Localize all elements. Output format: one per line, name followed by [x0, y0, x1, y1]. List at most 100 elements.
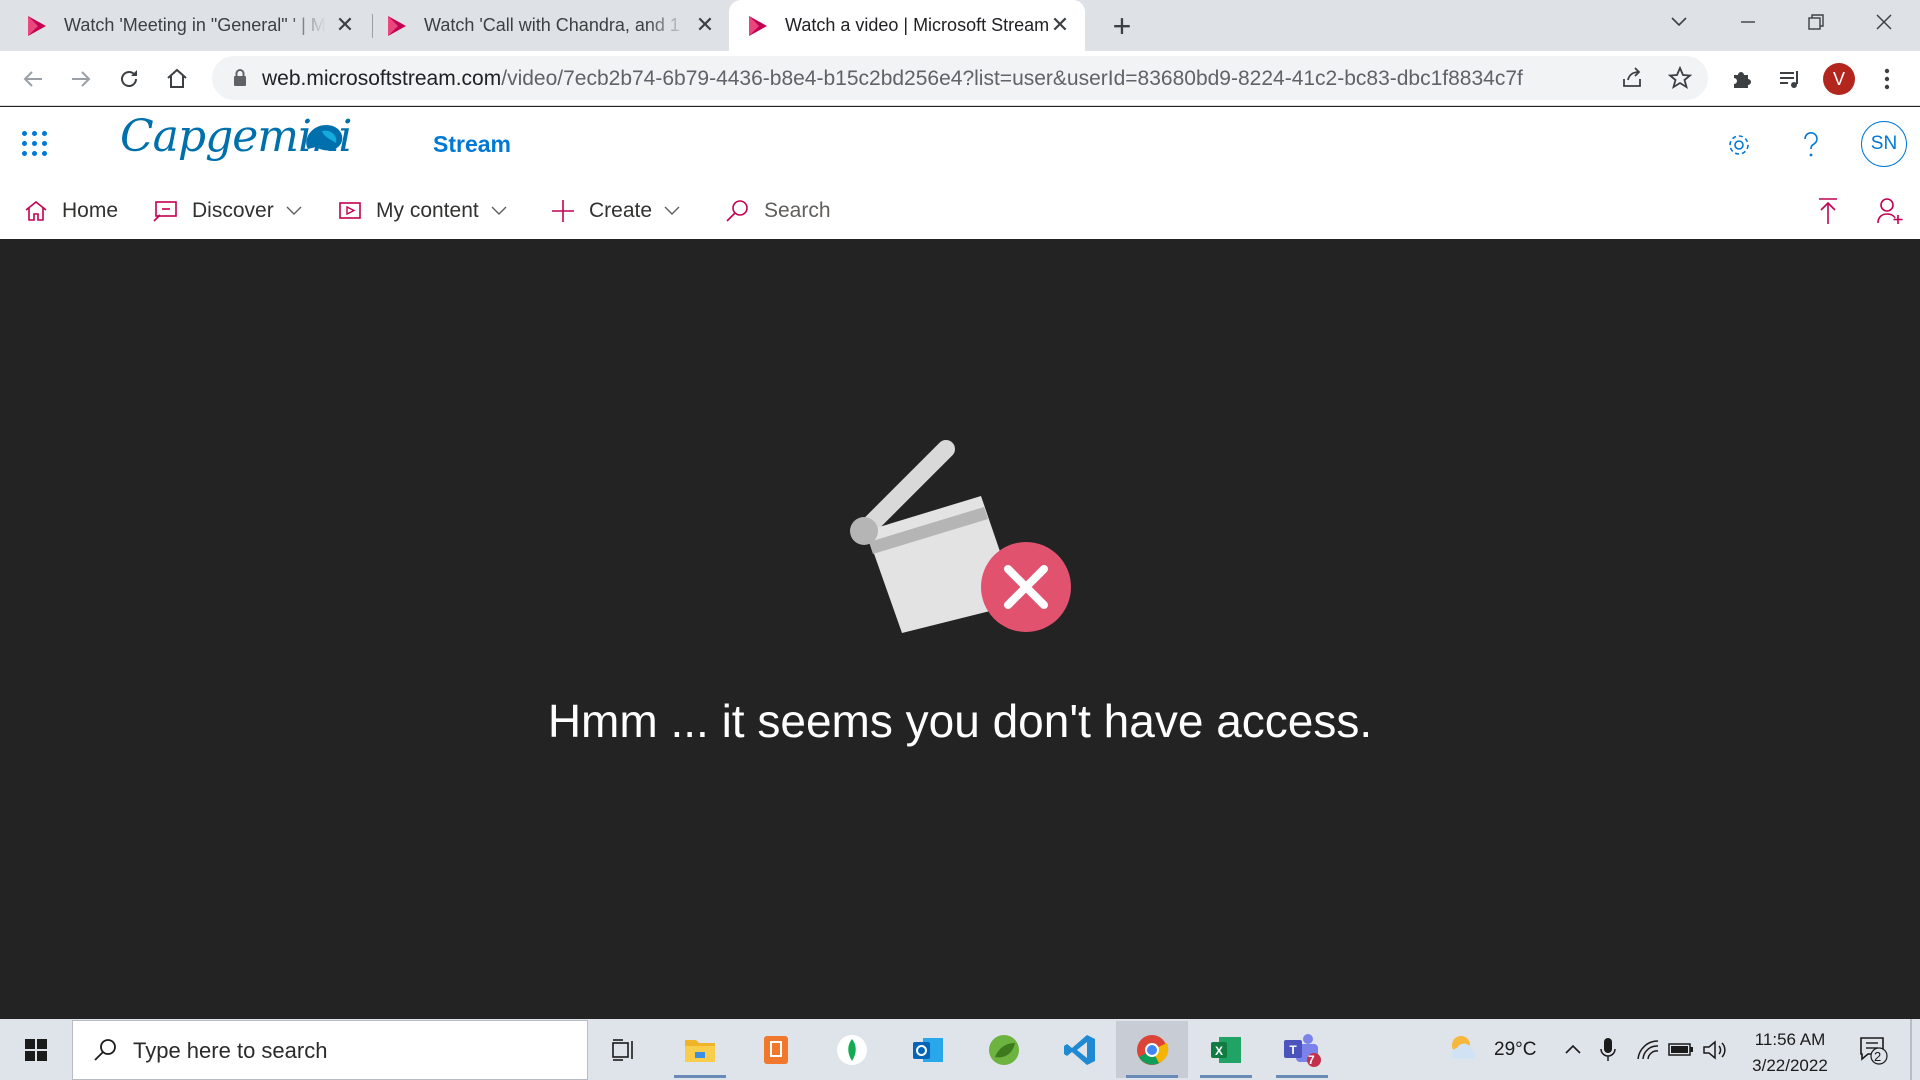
vscode-icon — [1064, 1034, 1095, 1065]
system-clock[interactable]: 11:56 AM 3/22/2022 — [1740, 1027, 1840, 1079]
teams-badge: 7 — [1308, 1053, 1315, 1067]
outlook-icon — [913, 1037, 943, 1062]
task-view-icon — [612, 1038, 633, 1061]
tab-separator — [372, 14, 373, 38]
discover-icon — [153, 201, 177, 222]
microphone-icon[interactable] — [1600, 1037, 1616, 1063]
nav-my-content[interactable]: My content — [338, 193, 507, 229]
add-user-icon — [1877, 198, 1903, 224]
question-mark-icon — [1804, 132, 1818, 157]
office-icon — [764, 1035, 788, 1064]
excel-icon: X — [1211, 1036, 1241, 1063]
taskbar-search-box[interactable]: Type here to search — [72, 1020, 588, 1080]
media-control-button[interactable] — [1775, 64, 1805, 94]
show-desktop-button[interactable] — [1910, 1019, 1912, 1080]
volume-icon[interactable] — [1702, 1039, 1728, 1061]
capgemini-spade-icon — [306, 125, 343, 151]
home-button[interactable] — [162, 64, 192, 94]
chevron-down-icon — [286, 206, 302, 215]
chevron-down-icon — [664, 206, 680, 215]
nav-create[interactable]: Create — [551, 193, 680, 229]
spring-leaf-icon — [989, 1034, 1019, 1065]
share-icon[interactable] — [1620, 66, 1644, 90]
tab-title: Watch 'Meeting in "General" ' | Microsof… — [64, 15, 326, 35]
search-icon — [94, 1039, 116, 1061]
windows-taskbar: Type here to search X T 7 29°C 11:56 AM … — [0, 1019, 1920, 1080]
browser-tab-strip: Watch 'Meeting in "General" ' | Microsof… — [0, 0, 1920, 51]
upload-icon — [1819, 198, 1837, 224]
stream-favicon-icon — [28, 15, 46, 36]
start-button[interactable] — [14, 1031, 58, 1069]
minimize-icon — [1741, 21, 1755, 23]
teams-app[interactable]: T 7 — [1266, 1021, 1338, 1078]
help-button[interactable] — [1793, 127, 1829, 163]
browser-menu-button[interactable] — [1872, 64, 1902, 94]
file-explorer-app[interactable] — [664, 1021, 736, 1078]
chrome-app[interactable] — [1116, 1021, 1188, 1078]
plus-icon — [552, 200, 574, 222]
access-denied-message: Hmm ... it seems you don't have access. — [547, 695, 1373, 747]
mongodb-compass-app[interactable] — [816, 1021, 888, 1078]
task-view-button[interactable] — [588, 1021, 660, 1078]
nav-search[interactable]: Search — [724, 193, 831, 229]
home-icon — [25, 200, 47, 221]
home-icon — [167, 68, 187, 88]
taskbar-search-placeholder: Type here to search — [133, 1038, 328, 1063]
app-running-indicator — [1276, 1075, 1328, 1078]
spring-tool-suite-app[interactable] — [968, 1021, 1040, 1078]
nav-discover[interactable]: Discover — [152, 193, 302, 229]
close-window-button[interactable] — [1850, 0, 1918, 44]
app-name[interactable]: Stream — [433, 131, 511, 158]
browser-tab-2[interactable]: Watch 'Call with Chandra, and 1 other' |… — [384, 0, 730, 51]
close-tab-icon[interactable]: ✕ — [334, 12, 356, 37]
office-app[interactable] — [740, 1021, 812, 1078]
video-icon — [339, 202, 361, 219]
screen: Watch 'Meeting in "General" ' | Microsof… — [0, 0, 1920, 1080]
browser-tab-1[interactable]: Watch 'Meeting in "General" ' | Microsof… — [24, 0, 370, 51]
back-button[interactable] — [18, 64, 48, 94]
nav-home-label: Home — [62, 199, 119, 222]
reload-button[interactable] — [114, 64, 144, 94]
close-tab-icon[interactable]: ✕ — [1049, 12, 1071, 37]
chevron-up-icon[interactable] — [1564, 1043, 1582, 1055]
weather-temperature[interactable]: 29°C — [1494, 1039, 1536, 1061]
more-vertical-icon — [1884, 68, 1890, 90]
tab-search-button[interactable] — [1645, 0, 1713, 44]
excel-app[interactable]: X — [1190, 1021, 1262, 1078]
add-user-button[interactable] — [1876, 193, 1918, 229]
chrome-icon — [1137, 1034, 1169, 1065]
upload-button[interactable] — [1816, 193, 1854, 229]
browser-tab-3-active[interactable]: Watch a video | Microsoft Stream ✕ — [729, 0, 1085, 51]
gear-icon — [1729, 135, 1749, 155]
stream-favicon-icon — [749, 15, 767, 36]
minimize-button[interactable] — [1714, 0, 1782, 44]
clock-date: 3/22/2022 — [1752, 1056, 1828, 1075]
battery-icon[interactable] — [1668, 1039, 1694, 1059]
nav-discover-label: Discover — [192, 199, 274, 222]
profile-avatar[interactable]: V — [1823, 63, 1855, 95]
chevron-down-icon — [491, 206, 507, 215]
mongodb-leaf-icon — [837, 1034, 867, 1065]
forward-button[interactable] — [66, 64, 96, 94]
puzzle-icon — [1734, 72, 1751, 88]
outlook-app[interactable] — [892, 1021, 964, 1078]
weather-partly-cloudy-icon[interactable] — [1447, 1033, 1481, 1063]
url-text: web.microsoftstream.com/video/7ecb2b74-6… — [262, 67, 1523, 91]
url-host: web.microsoftstream.com — [262, 67, 502, 90]
notification-center-icon[interactable] — [1858, 1035, 1888, 1065]
restore-button[interactable] — [1782, 0, 1850, 44]
chevron-down-icon — [1671, 17, 1687, 27]
close-tab-icon[interactable]: ✕ — [694, 12, 716, 37]
settings-button[interactable] — [1721, 127, 1757, 163]
user-avatar[interactable]: SN — [1861, 121, 1907, 167]
app-launcher-icon[interactable] — [22, 131, 48, 157]
nav-home[interactable]: Home — [24, 193, 118, 229]
address-bar[interactable]: web.microsoftstream.com/video/7ecb2b74-6… — [212, 56, 1708, 100]
lock-icon — [234, 69, 246, 86]
vscode-app[interactable] — [1044, 1021, 1116, 1078]
extensions-button[interactable] — [1727, 64, 1757, 94]
star-icon[interactable] — [1668, 66, 1692, 90]
wifi-icon[interactable] — [1636, 1039, 1660, 1061]
notification-count: 2 — [1874, 1049, 1882, 1064]
new-tab-button[interactable]: + — [1108, 10, 1136, 42]
